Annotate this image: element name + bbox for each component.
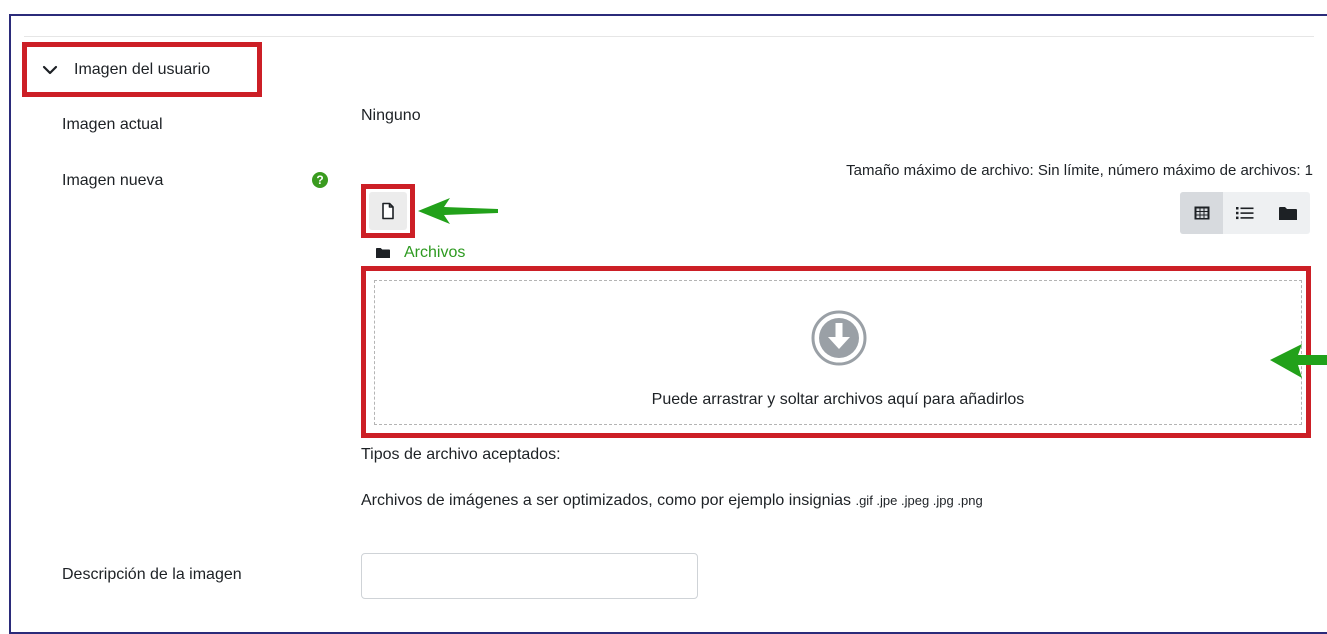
accepted-types-description: Archivos de imágenes a ser optimizados, … — [361, 492, 983, 510]
current-image-value: Ninguno — [361, 107, 421, 124]
accepted-types-title: Tipos de archivo aceptados: — [361, 446, 561, 463]
grid-view-icon — [1194, 206, 1210, 220]
add-file-button[interactable] — [369, 192, 407, 230]
path-link-archivos[interactable]: Archivos — [404, 244, 465, 262]
dropzone-text: Puede arrastrar y soltar archivos aquí p… — [651, 391, 1025, 408]
list-view-icon — [1235, 207, 1254, 220]
folder-view-button[interactable] — [1267, 192, 1310, 234]
accepted-types-extensions: .gif .jpe .jpeg .jpg .png — [855, 493, 983, 508]
arrow-left-icon — [418, 198, 498, 224]
section-toggle[interactable]: Imagen del usuario — [40, 56, 210, 84]
grid-view-button[interactable] — [1180, 192, 1224, 234]
chevron-down-icon — [42, 65, 58, 75]
divider — [24, 36, 1314, 37]
new-image-label: Imagen nueva — [62, 172, 164, 189]
accepted-types-text: Archivos de imágenes a ser optimizados, … — [361, 492, 852, 509]
current-image-label: Imagen actual — [62, 116, 163, 133]
folder-view-icon — [1279, 206, 1298, 220]
file-icon — [382, 202, 394, 220]
description-input[interactable] — [361, 553, 698, 599]
view-toggle-group — [1180, 192, 1310, 234]
download-circle-icon — [811, 310, 867, 366]
list-view-button[interactable] — [1223, 192, 1266, 234]
section-title: Imagen del usuario — [74, 61, 211, 78]
max-size-info: Tamaño máximo de archivo: Sin límite, nú… — [846, 162, 1313, 179]
description-label: Descripción de la imagen — [62, 566, 242, 583]
arrow-left-icon — [1270, 344, 1327, 378]
breadcrumb: Archivos — [376, 244, 465, 262]
help-icon[interactable]: ? — [312, 172, 328, 188]
file-dropzone[interactable]: Puede arrastrar y soltar archivos aquí p… — [374, 280, 1302, 425]
folder-icon — [376, 247, 390, 259]
